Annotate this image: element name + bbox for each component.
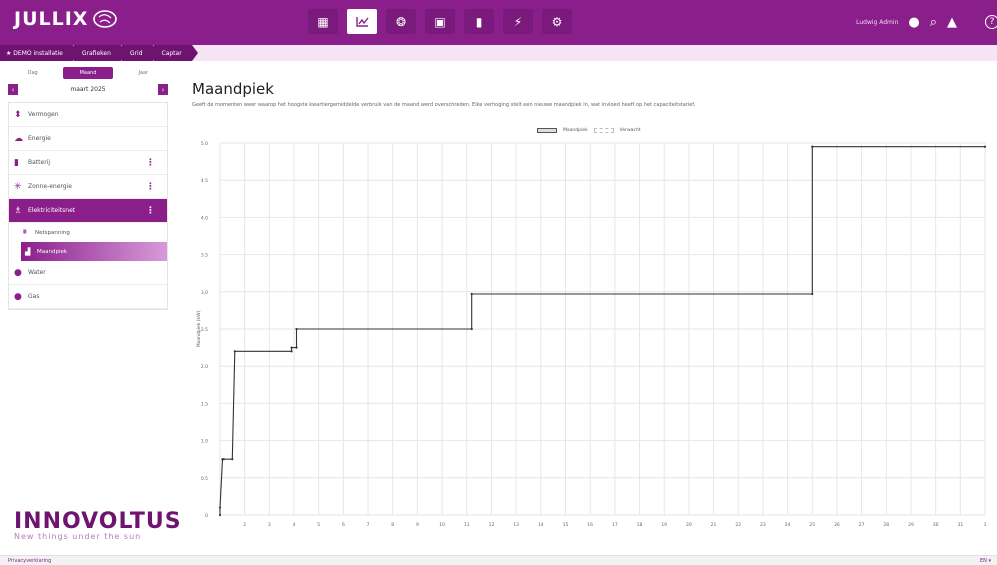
y-tick-label: 3.5 <box>201 253 208 259</box>
x-tick-label: 15 <box>563 522 569 528</box>
x-tick-label: 14 <box>538 522 544 528</box>
y-tick-label: 3.0 <box>201 290 208 296</box>
x-tick-label: 16 <box>587 522 593 528</box>
x-tick-label: 26 <box>834 522 840 528</box>
data-point <box>295 327 298 331</box>
data-point <box>231 458 234 461</box>
data-point <box>470 327 473 331</box>
privacy-link[interactable]: Privacyverklaring <box>8 558 51 564</box>
data-point <box>218 506 222 509</box>
data-point <box>295 346 298 349</box>
y-tick-label: 1.5 <box>201 401 208 407</box>
x-tick-label: 12 <box>489 522 495 528</box>
x-tick-label: 20 <box>686 522 692 528</box>
maandpiek-chart: 00.51.01.52.02.53.03.54.04.55.02 3 4 5 6 7 8 9 1… <box>196 141 987 528</box>
x-tick-label: 21 <box>711 522 717 528</box>
x-tick-label: 23 <box>760 522 766 528</box>
data-point <box>290 350 293 353</box>
x-tick-label: 7 <box>367 522 370 528</box>
y-tick-label: 4.0 <box>201 215 208 221</box>
x-tick-label: 29 <box>908 522 914 528</box>
x-tick-label: 1 <box>984 522 987 528</box>
x-tick-label: 31 <box>957 522 963 528</box>
x-tick-label: 9 <box>416 522 419 528</box>
language-selector[interactable]: EN ▾ <box>980 558 991 564</box>
data-point <box>811 292 814 296</box>
x-tick-label: 10 <box>439 522 445 528</box>
x-tick-label: 24 <box>785 522 791 528</box>
data-point <box>233 350 236 353</box>
data-point <box>983 145 987 148</box>
x-tick-label: 27 <box>859 522 865 528</box>
data-point <box>290 346 293 349</box>
x-tick-label: 3 <box>268 522 271 528</box>
y-axis-label: Maandpiek (kW) <box>196 310 202 347</box>
y-tick-label: 4.5 <box>201 178 208 184</box>
x-tick-label: 11 <box>464 522 470 528</box>
x-tick-label: 4 <box>293 522 296 528</box>
x-tick-label: 19 <box>661 522 667 528</box>
data-point <box>222 458 225 461</box>
x-tick-label: 5 <box>317 522 320 528</box>
x-tick-label: 18 <box>637 522 643 528</box>
y-tick-label: 2.0 <box>201 364 208 370</box>
y-tick-label: 1.0 <box>201 439 208 445</box>
x-tick-label: 8 <box>391 522 394 528</box>
x-tick-label: 6 <box>342 522 345 528</box>
data-point <box>218 513 222 517</box>
x-tick-label: 22 <box>735 522 741 528</box>
x-tick-label: 25 <box>809 522 815 528</box>
x-tick-label: 17 <box>612 522 618 528</box>
x-tick-label: 13 <box>513 522 519 528</box>
x-tick-label: 30 <box>933 522 939 528</box>
data-point <box>470 292 473 296</box>
x-tick-label: 28 <box>883 522 889 528</box>
x-tick-label: 2 <box>243 522 246 528</box>
y-tick-label: 0 <box>205 513 208 519</box>
y-tick-label: 0.5 <box>201 476 208 482</box>
series-line-maandpiek <box>219 146 985 515</box>
y-tick-label: 5.0 <box>201 141 208 147</box>
data-point <box>811 145 814 148</box>
footer: Privacyverklaring EN ▾ <box>0 555 997 565</box>
